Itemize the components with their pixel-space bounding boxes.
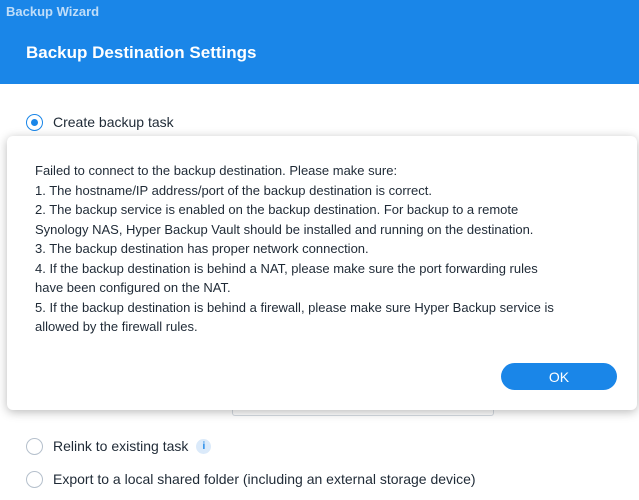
window-title: Backup Wizard xyxy=(6,4,100,19)
radio-relink-existing-task[interactable] xyxy=(26,437,43,455)
message-line: have been configured on the NAT. xyxy=(35,280,231,295)
option-export-local-folder[interactable]: Export to a local shared folder (includi… xyxy=(26,469,476,489)
message-line: 5. If the backup destination is behind a… xyxy=(35,299,554,315)
message-line: Failed to connect to the backup destinat… xyxy=(35,163,398,178)
option-label: Relink to existing task xyxy=(53,438,189,454)
wizard-header: Backup Wizard Backup Destination Setting… xyxy=(0,0,639,84)
option-create-backup-task[interactable]: Create backup task xyxy=(26,112,174,132)
option-relink-existing-task[interactable]: Relink to existing task i xyxy=(26,436,212,456)
message-line: 4. If the backup destination is behind a… xyxy=(35,260,538,276)
page-title: Backup Destination Settings xyxy=(26,43,257,62)
option-label: Export to a local shared folder (includi… xyxy=(53,471,476,487)
ok-button[interactable]: OK xyxy=(501,363,617,390)
message-line: 2. The backup service is enabled on the … xyxy=(35,202,519,217)
error-dialog: Failed to connect to the backup destinat… xyxy=(7,136,637,410)
message-line: 1. The hostname/IP address/port of the b… xyxy=(35,182,432,198)
message-line: allowed by the firewall rules. xyxy=(35,319,198,334)
option-label: Create backup task xyxy=(53,114,174,130)
radio-export-local-folder[interactable] xyxy=(26,470,43,488)
radio-create-backup-task[interactable] xyxy=(26,113,43,131)
message-line: 3. The backup destination has proper net… xyxy=(35,241,369,256)
info-icon[interactable]: i xyxy=(196,438,212,454)
message-line: Synology NAS, Hyper Backup Vault should … xyxy=(35,221,534,237)
error-message: Failed to connect to the backup destinat… xyxy=(35,161,630,337)
